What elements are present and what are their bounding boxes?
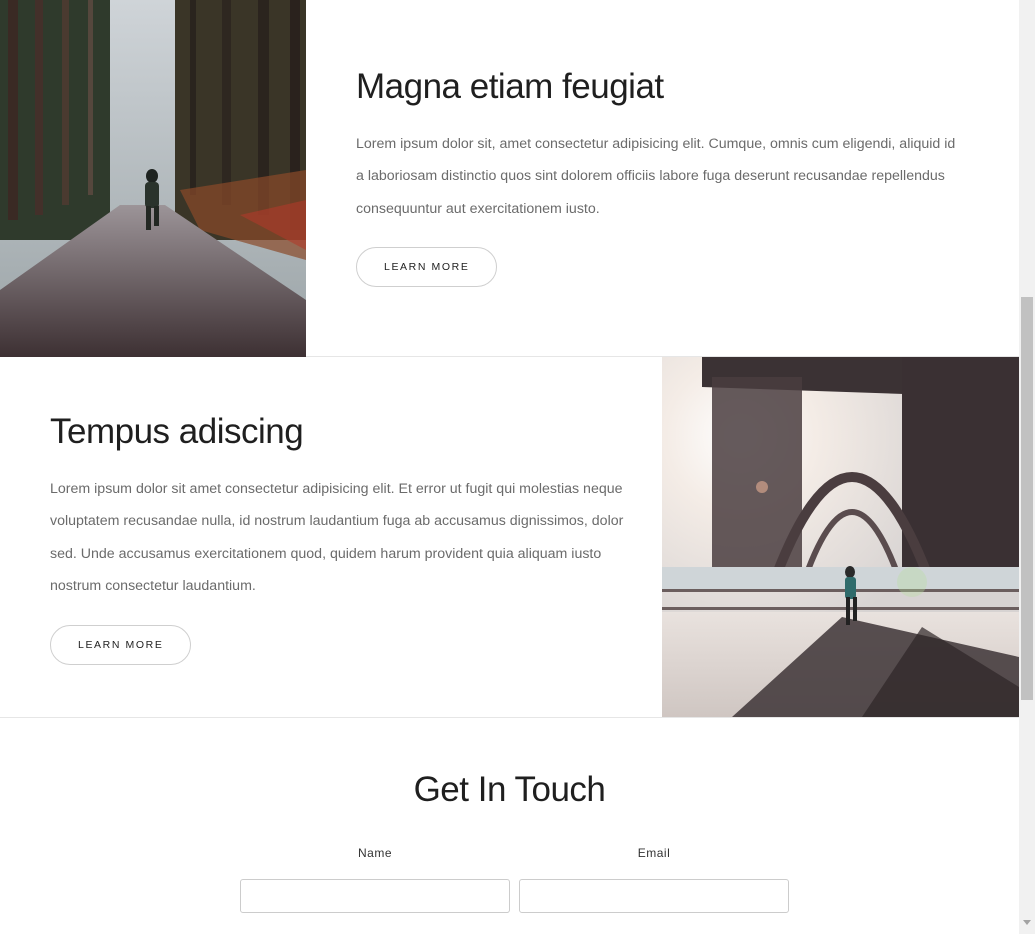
feature-description: Lorem ipsum dolor sit, amet consectetur … bbox=[356, 135, 956, 217]
email-field[interactable] bbox=[519, 879, 789, 913]
name-label: Name bbox=[357, 846, 392, 860]
feature-section-1: Magna etiam feugiat Lorem ipsum dolor si… bbox=[0, 0, 1019, 357]
contact-section: Get In Touch Name Email bbox=[0, 718, 1019, 934]
contact-title: Get In Touch bbox=[413, 770, 606, 809]
scroll-down-arrow-icon[interactable] bbox=[1023, 920, 1031, 925]
feature-content-2: Tempus adiscing Lorem ipsum dolor sit am… bbox=[50, 409, 630, 665]
feature-title: Tempus adiscing bbox=[50, 412, 304, 451]
learn-more-button[interactable]: LEARN MORE bbox=[356, 247, 498, 287]
feature-title: Magna etiam feugiat bbox=[356, 67, 664, 106]
feature-image-forest-trail bbox=[0, 0, 306, 357]
scrollbar-thumb[interactable] bbox=[1021, 297, 1033, 700]
vertical-scrollbar[interactable] bbox=[1019, 0, 1035, 934]
page: Magna etiam feugiat Lorem ipsum dolor si… bbox=[0, 0, 1019, 934]
feature-content-1: Magna etiam feugiat Lorem ipsum dolor si… bbox=[356, 64, 956, 287]
feature-image-bridge-runner bbox=[662, 357, 1019, 717]
feature-section-2: Tempus adiscing Lorem ipsum dolor sit am… bbox=[0, 357, 1019, 718]
name-field[interactable] bbox=[240, 879, 510, 913]
learn-more-button[interactable]: LEARN MORE bbox=[50, 624, 192, 665]
feature-description: Lorem ipsum dolor sit amet consectetur a… bbox=[50, 480, 624, 595]
email-label: Email bbox=[637, 846, 671, 860]
